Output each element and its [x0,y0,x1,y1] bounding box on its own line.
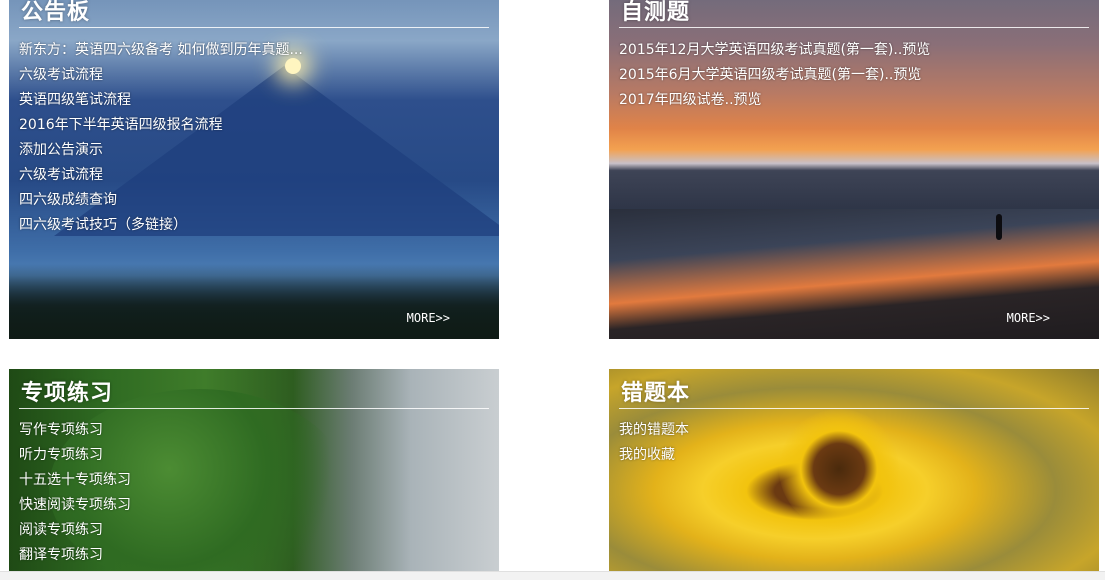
panel-title-bar: 错题本 [619,379,1089,409]
notice-item[interactable]: 英语四级笔试流程 [19,88,303,113]
notice-item[interactable]: 添加公告演示 [19,138,303,163]
practice-item[interactable]: 听力专项练习 [19,443,131,468]
self-test-item[interactable]: 2015年6月大学英语四级考试真题(第一套)..预览 [619,63,930,88]
self-test-item[interactable]: 2015年12月大学英语四级考试真题(第一套)..预览 [619,38,930,63]
notice-item[interactable]: 新东方：英语四六级备考 如何做到历年真题... [19,38,303,63]
notice-item[interactable]: 四六级考试技巧（多链接） [19,213,303,238]
sunflower-background [779,409,899,529]
page-bottom-edge [0,571,1105,580]
panel-title-bar: 公告板 [19,0,489,28]
practice-item[interactable]: 写作专项练习 [19,418,131,443]
practice-panel: 专项练习 写作专项练习 听力专项练习 十五选十专项练习 快速阅读专项练习 阅读专… [9,369,499,572]
notice-more-link[interactable]: MORE>> [407,311,450,325]
walker-silhouette [996,214,1002,240]
panel-title: 公告板 [21,0,91,25]
notice-item[interactable]: 六级考试流程 [19,163,303,188]
panel-title: 专项练习 [21,380,114,406]
notice-board-panel: 公告板 新东方：英语四六级备考 如何做到历年真题... 六级考试流程 英语四级笔… [9,0,499,339]
practice-item[interactable]: 快速阅读专项练习 [19,493,131,518]
panel-title-bar: 自测题 [619,0,1089,28]
wrong-book-item[interactable]: 我的错题本 [619,418,689,443]
wrong-book-item[interactable]: 我的收藏 [619,443,689,468]
practice-item[interactable]: 翻译专项练习 [19,543,131,568]
self-test-panel: 自测题 2015年12月大学英语四级考试真题(第一套)..预览 2015年6月大… [609,0,1099,339]
self-test-list: 2015年12月大学英语四级考试真题(第一套)..预览 2015年6月大学英语四… [619,38,930,113]
practice-list: 写作专项练习 听力专项练习 十五选十专项练习 快速阅读专项练习 阅读专项练习 翻… [19,418,131,568]
trees-background [9,264,499,339]
wrong-book-list: 我的错题本 我的收藏 [619,418,689,468]
panel-title: 错题本 [621,380,691,406]
practice-item[interactable]: 十五选十专项练习 [19,468,131,493]
self-test-item[interactable]: 2017年四级试卷..预览 [619,88,930,113]
practice-item[interactable]: 阅读专项练习 [19,518,131,543]
notice-item[interactable]: 六级考试流程 [19,63,303,88]
panel-title: 自测题 [621,0,691,25]
panel-title-bar: 专项练习 [19,379,489,409]
notice-item[interactable]: 2016年下半年英语四级报名流程 [19,113,303,138]
notice-list: 新东方：英语四六级备考 如何做到历年真题... 六级考试流程 英语四级笔试流程 … [19,38,303,238]
wrong-book-panel: 错题本 我的错题本 我的收藏 [609,369,1099,572]
self-test-more-link[interactable]: MORE>> [1007,311,1050,325]
notice-item[interactable]: 四六级成绩查询 [19,188,303,213]
